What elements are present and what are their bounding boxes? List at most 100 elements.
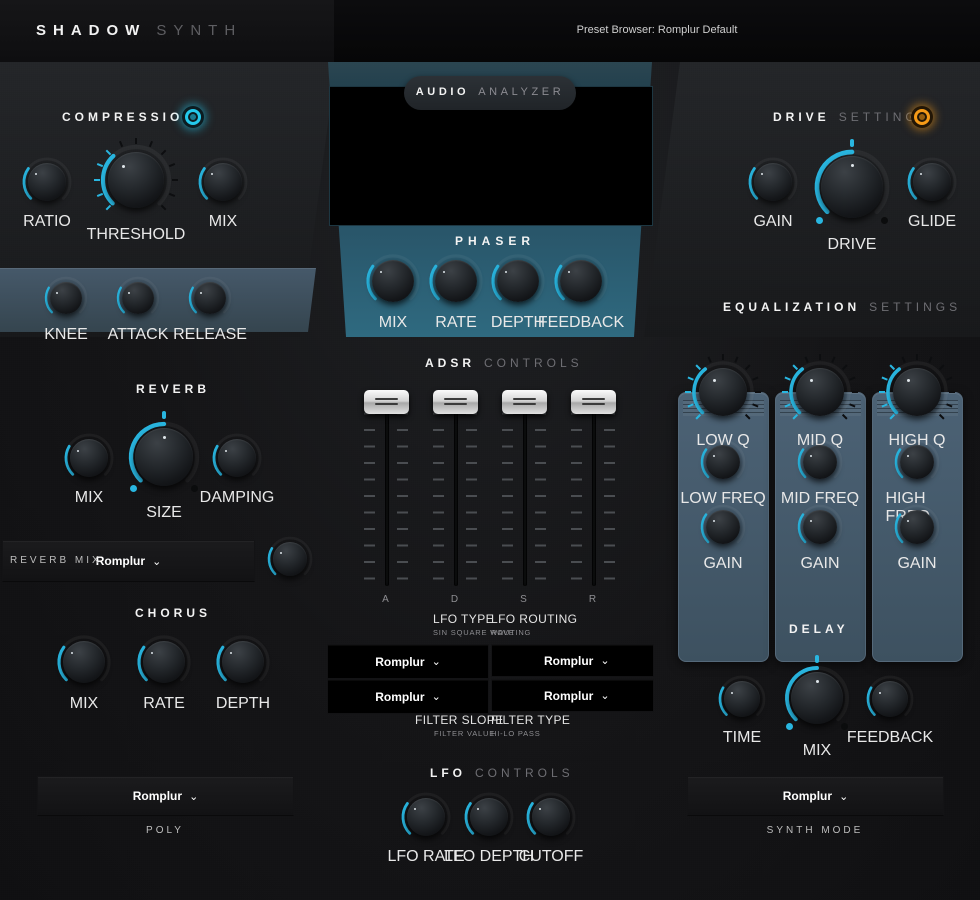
knob-cap[interactable]: [560, 260, 602, 302]
knob-reverb-mix[interactable]: [61, 430, 117, 486]
compression-heading: COMPRESSION: [62, 110, 196, 124]
chevron-down-icon: ⌄: [152, 555, 162, 568]
knob-cap[interactable]: [803, 445, 837, 479]
knob-cap[interactable]: [754, 163, 792, 201]
compression-power-led[interactable]: [182, 106, 204, 128]
knob-cap[interactable]: [893, 368, 941, 416]
knob-chorus-rate[interactable]: [134, 632, 194, 692]
fader-handle[interactable]: [364, 390, 409, 414]
knob-reverb-mix-label: MIX: [74, 489, 104, 506]
knob-cap[interactable]: [372, 260, 414, 302]
fader-release[interactable]: R: [565, 390, 621, 605]
knob-cap[interactable]: [470, 798, 508, 836]
knob-threshold[interactable]: [92, 136, 180, 224]
lfo-type-dropdown[interactable]: Romplur ⌄: [327, 644, 489, 679]
knob-eq-freq-1[interactable]: [794, 436, 846, 488]
knob-cap[interactable]: [900, 445, 934, 479]
knob-cutoff[interactable]: [523, 789, 579, 845]
knob-chorus-depth[interactable]: [213, 632, 273, 692]
knob-eq-q-0[interactable]: [683, 352, 763, 432]
knob-cap[interactable]: [724, 681, 760, 717]
knob-lfo-rate[interactable]: [398, 789, 454, 845]
knob-cap[interactable]: [699, 368, 747, 416]
knob-cap[interactable]: [108, 152, 164, 208]
fader-decay[interactable]: D: [427, 390, 483, 605]
knob-cap[interactable]: [218, 439, 256, 477]
lfo-title-secondary: CONTROLS: [475, 766, 574, 780]
knob-phaser-rate[interactable]: [426, 251, 486, 311]
lfo-routing-value: Romplur: [544, 653, 594, 668]
knob-cutoff-label: CUTOFF: [518, 848, 584, 865]
knob-cap[interactable]: [28, 163, 66, 201]
lfo-routing-dropdown[interactable]: Romplur ⌄: [491, 644, 654, 677]
knob-eq-freq-2[interactable]: [891, 436, 943, 488]
knob-delay-time-label: TIME: [722, 729, 762, 746]
knob-cap[interactable]: [900, 510, 934, 544]
knob-eq-gain-2[interactable]: [891, 501, 943, 553]
knob-cap[interactable]: [706, 445, 740, 479]
synth-mode-dropdown[interactable]: Romplur ⌄: [687, 776, 944, 816]
knob-chorus-mix[interactable]: [54, 632, 114, 692]
knob-gain-drive[interactable]: [745, 154, 801, 210]
knob-reverb-mix-level[interactable]: [264, 533, 316, 585]
knob-delay-feedback[interactable]: [863, 672, 917, 726]
main-body: AUDIO ANALYZER PHASER COMPRESSION DRIVE SE…: [0, 62, 980, 900]
knob-cap[interactable]: [50, 282, 82, 314]
knob-cap[interactable]: [63, 641, 105, 683]
knob-cap[interactable]: [803, 510, 837, 544]
knob-cap[interactable]: [204, 163, 242, 201]
knob-cap[interactable]: [532, 798, 570, 836]
knob-pointer: [906, 379, 910, 383]
lfo-title-primary: LFO: [430, 766, 466, 780]
knob-cap[interactable]: [273, 542, 307, 576]
fader-sustain[interactable]: S: [496, 390, 552, 605]
knob-cap[interactable]: [872, 681, 908, 717]
knob-reverb-damping[interactable]: [209, 430, 265, 486]
knob-mix-compression[interactable]: [195, 154, 251, 210]
fader-handle[interactable]: [571, 390, 616, 414]
fader-handle[interactable]: [433, 390, 478, 414]
knob-threshold-label: THRESHOLD: [86, 226, 186, 243]
preset-browser-panel[interactable]: Preset Browser: Romplur Default: [334, 0, 980, 62]
knob-lfo-depth[interactable]: [461, 789, 517, 845]
knob-delay-time[interactable]: [715, 672, 769, 726]
knob-cap[interactable]: [194, 282, 226, 314]
knob-cap[interactable]: [143, 641, 185, 683]
knob-ratio[interactable]: [19, 154, 75, 210]
filter-type-dropdown[interactable]: Romplur ⌄: [491, 679, 654, 712]
knob-cap[interactable]: [913, 163, 951, 201]
knob-reverb-size[interactable]: [126, 419, 202, 495]
lfo-type-label: LFO TYPE: [433, 612, 494, 626]
knob-cap[interactable]: [796, 368, 844, 416]
knob-eq-q-1[interactable]: [780, 352, 860, 432]
knob-eq-gain-2-label: GAIN: [897, 555, 937, 572]
knob-knee[interactable]: [41, 273, 91, 323]
knob-cap[interactable]: [435, 260, 477, 302]
knob-attack[interactable]: [113, 273, 163, 323]
knob-phaser-mix[interactable]: [363, 251, 423, 311]
filter-type-value: Romplur: [544, 688, 594, 703]
phaser-title: PHASER: [455, 234, 536, 248]
knob-cap[interactable]: [122, 282, 154, 314]
knob-delay-mix[interactable]: [782, 663, 852, 733]
knob-drive[interactable]: [812, 147, 892, 227]
knob-cap[interactable]: [407, 798, 445, 836]
knob-phaser-feedback[interactable]: [551, 251, 611, 311]
filter-slope-dropdown[interactable]: Romplur ⌄: [327, 679, 489, 714]
knob-glide[interactable]: [904, 154, 960, 210]
knob-cap[interactable]: [222, 641, 264, 683]
poly-dropdown[interactable]: Romplur ⌄: [37, 776, 294, 816]
knob-eq-q-2[interactable]: [877, 352, 957, 432]
knob-eq-gain-1[interactable]: [794, 501, 846, 553]
fader-label: R: [588, 594, 598, 605]
fader-handle[interactable]: [502, 390, 547, 414]
knob-eq-gain-0[interactable]: [697, 501, 749, 553]
knob-cap[interactable]: [70, 439, 108, 477]
knob-phaser-depth[interactable]: [488, 251, 548, 311]
knob-release[interactable]: [185, 273, 235, 323]
knob-eq-freq-0[interactable]: [697, 436, 749, 488]
fader-attack[interactable]: A: [358, 390, 414, 605]
knob-cap[interactable]: [497, 260, 539, 302]
drive-power-led[interactable]: [911, 106, 933, 128]
knob-cap[interactable]: [706, 510, 740, 544]
